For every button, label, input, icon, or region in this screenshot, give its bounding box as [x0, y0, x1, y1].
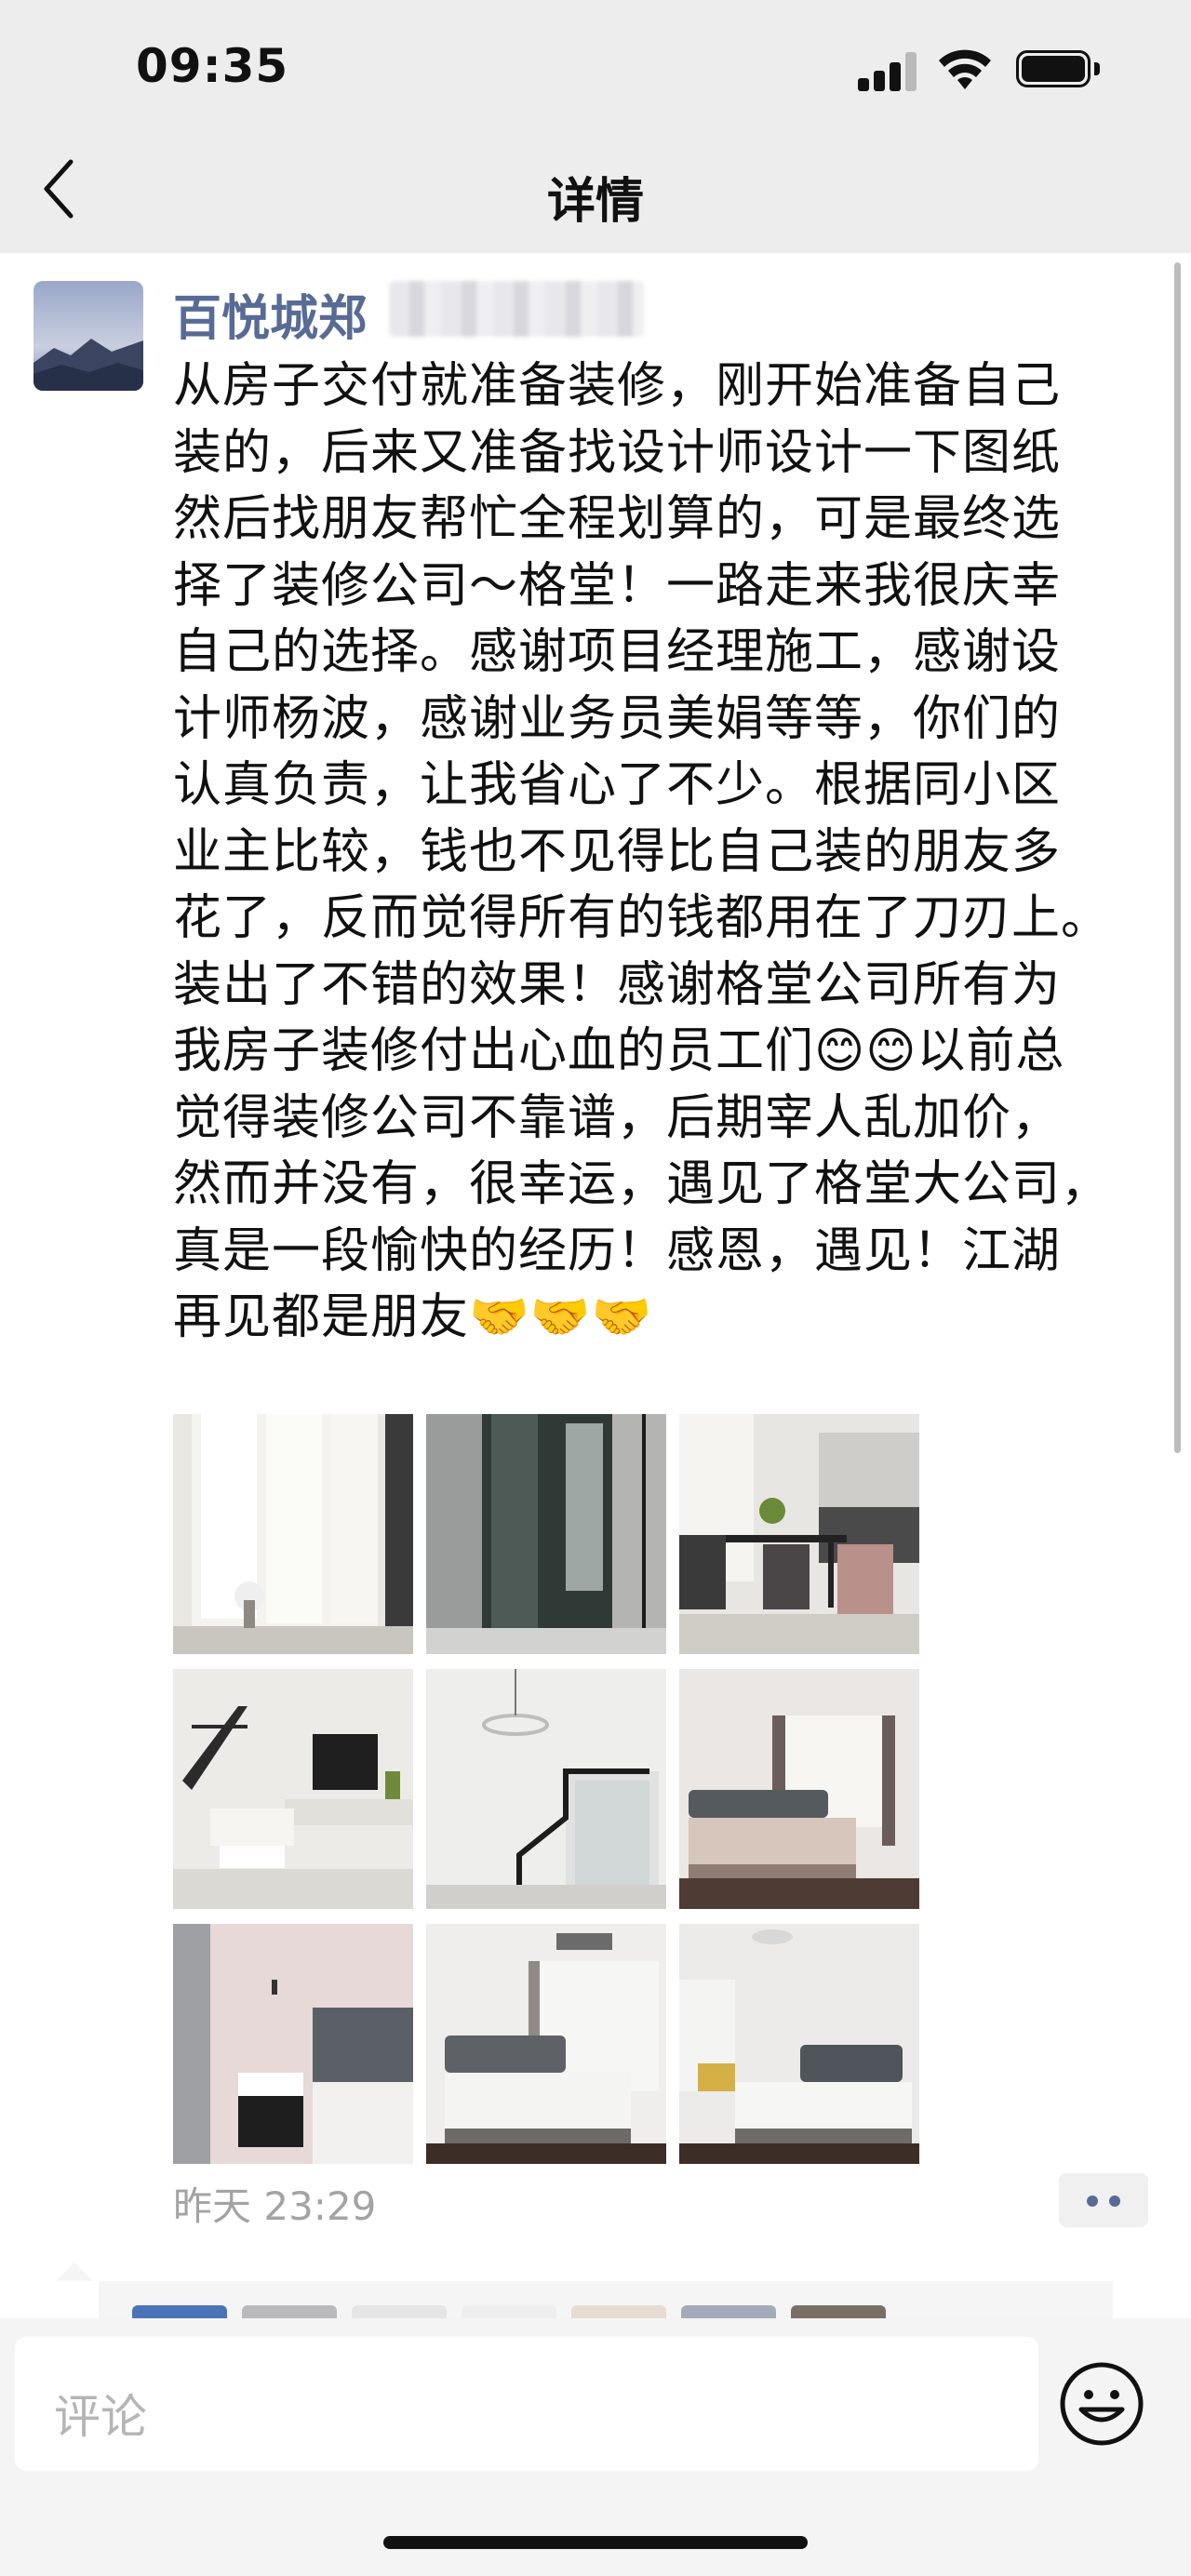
bedroom-chandelier-photo[interactable] [679, 1924, 919, 2164]
post-text: 从房子交付就准备装修，刚开始准备自己 装的，后来又准备找设计师设计一下图纸 然后… [173, 358, 1111, 1345]
status-time: 09:35 [136, 39, 289, 93]
bathroom-glass-door-photo[interactable] [426, 1414, 666, 1654]
staircase-glass-railing-photo[interactable] [426, 1669, 666, 1909]
battery-icon [1016, 50, 1102, 91]
bedroom-pink-wall-photo[interactable] [173, 1924, 413, 2164]
living-room-curtains-photo[interactable] [173, 1414, 413, 1654]
likes-caret [56, 2262, 93, 2281]
wifi-icon [939, 49, 991, 89]
dot-icon [1109, 2196, 1120, 2207]
page-title: 详情 [546, 174, 644, 230]
post-timestamp: 昨天 23:29 [173, 2183, 377, 2229]
bedroom-window-photo[interactable] [679, 1669, 919, 1909]
photo-grid [173, 1414, 919, 2164]
author-avatar[interactable] [33, 281, 143, 391]
dining-room-photo[interactable] [679, 1414, 919, 1654]
blurred-name-suffix [389, 281, 644, 337]
top-bar: 09:35 详情 [0, 0, 1191, 253]
emoji-icon[interactable] [1057, 2359, 1146, 2449]
more-actions-button[interactable] [1059, 2173, 1148, 2227]
dot-icon [1087, 2196, 1098, 2207]
author-name[interactable]: 百悦城郑 [173, 279, 367, 349]
home-indicator[interactable] [383, 2536, 808, 2549]
comment-placeholder: 评论 [54, 2390, 147, 2444]
bedroom-grey-headboard-photo[interactable] [426, 1924, 666, 2164]
comment-input[interactable]: 评论 [15, 2337, 1038, 2471]
cellular-signal-icon [858, 52, 917, 91]
staircase-living-room-photo[interactable] [173, 1669, 413, 1909]
